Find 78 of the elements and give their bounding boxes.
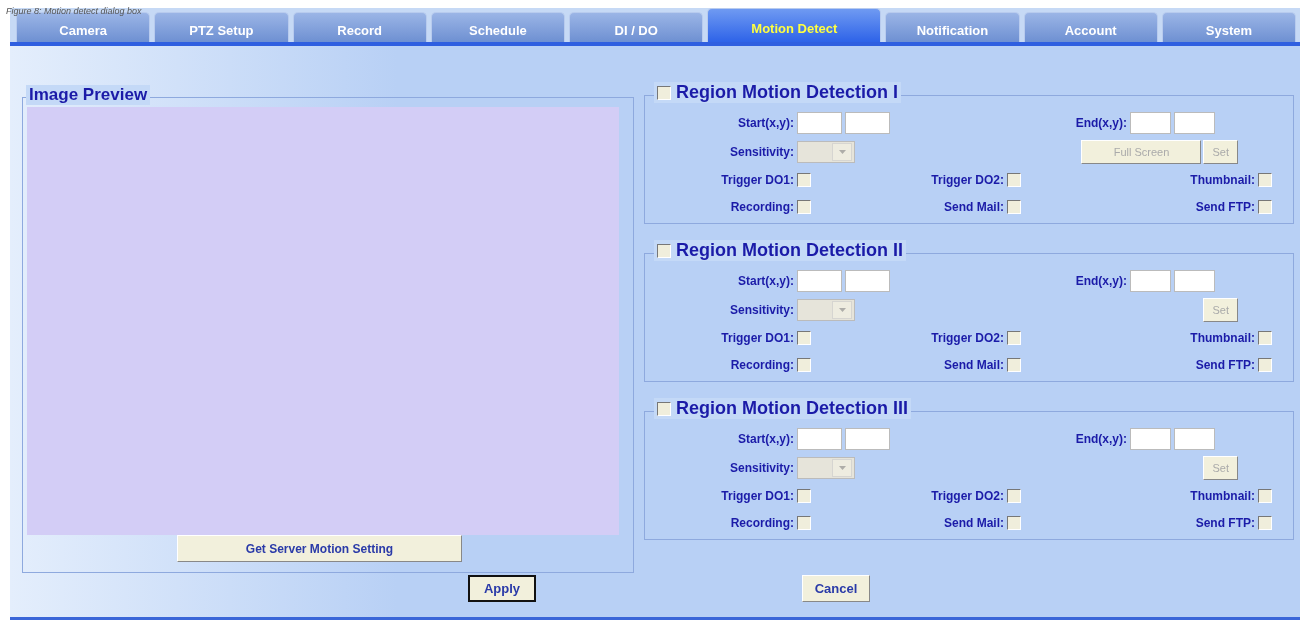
group-title: Image Preview xyxy=(26,85,151,105)
option-label: Thumbnail: xyxy=(1189,331,1256,345)
checkbox[interactable] xyxy=(1258,173,1272,187)
tab[interactable]: DI / DO xyxy=(569,12,704,42)
checkbox[interactable] xyxy=(797,173,811,187)
checkbox[interactable] xyxy=(1258,331,1272,345)
group-title: Region Motion Detection II xyxy=(676,240,903,261)
checkbox[interactable] xyxy=(1258,358,1272,372)
option-label: Send FTP: xyxy=(1194,358,1256,372)
checkbox[interactable] xyxy=(797,489,811,503)
option-label: Thumbnail: xyxy=(1189,173,1256,187)
get-setting-button[interactable]: Get Server Motion Setting xyxy=(177,535,462,562)
tab[interactable]: Record xyxy=(292,12,427,42)
option-label: Trigger DO1: xyxy=(720,331,795,345)
input-field[interactable] xyxy=(845,112,890,134)
cancel-button[interactable]: Cancel xyxy=(802,575,870,602)
option-label: Send Mail: xyxy=(943,358,1005,372)
option-label: Thumbnail: xyxy=(1189,489,1256,503)
input-field[interactable] xyxy=(1174,428,1215,450)
checkbox[interactable] xyxy=(1007,173,1021,187)
checkbox[interactable] xyxy=(1007,331,1021,345)
group-title: Region Motion Detection I xyxy=(676,82,898,103)
checkbox[interactable] xyxy=(797,200,811,214)
field-label: End(x,y): xyxy=(1074,274,1128,288)
tab[interactable]: Notification xyxy=(885,12,1020,42)
checkbox[interactable] xyxy=(1258,489,1272,503)
dropdown-arrow-icon xyxy=(838,466,846,470)
checkbox[interactable] xyxy=(1007,489,1021,503)
option-label: Trigger DO2: xyxy=(930,173,1005,187)
input-field[interactable] xyxy=(797,270,842,292)
option-label: Recording: xyxy=(729,200,795,214)
option-label: Trigger DO1: xyxy=(720,173,795,187)
checkbox[interactable] xyxy=(1258,516,1272,530)
checkbox[interactable] xyxy=(657,243,671,258)
group-title: Region Motion Detection III xyxy=(676,398,908,419)
field-label: Sensitivity: xyxy=(728,461,795,475)
field-label: Sensitivity: xyxy=(728,145,795,159)
tab[interactable]: Account xyxy=(1023,12,1158,42)
input-field[interactable] xyxy=(1174,270,1215,292)
checkbox[interactable] xyxy=(1007,516,1021,530)
field-label: Start(x,y): xyxy=(737,432,795,446)
input-field[interactable] xyxy=(797,112,842,134)
tab[interactable]: System xyxy=(1161,12,1297,42)
option-label: Trigger DO2: xyxy=(930,489,1005,503)
checkbox[interactable] xyxy=(1007,200,1021,214)
option-label: Recording: xyxy=(729,358,795,372)
option-label: Recording: xyxy=(729,516,795,530)
dropdown-arrow-icon xyxy=(838,150,846,154)
option-label: Send Mail: xyxy=(943,516,1005,530)
option-label: Trigger DO1: xyxy=(720,489,795,503)
input-field[interactable] xyxy=(1174,112,1215,134)
checkbox[interactable] xyxy=(1007,358,1021,372)
field-label: End(x,y): xyxy=(1074,432,1128,446)
input-field[interactable] xyxy=(1130,112,1171,134)
field-label: Start(x,y): xyxy=(737,274,795,288)
checkbox[interactable] xyxy=(1258,200,1272,214)
option-label: Send FTP: xyxy=(1194,200,1256,214)
checkbox[interactable] xyxy=(657,401,671,416)
checkbox[interactable] xyxy=(797,358,811,372)
option-label: Send FTP: xyxy=(1194,516,1256,530)
checkbox[interactable] xyxy=(797,331,811,345)
dropdown-arrow-icon xyxy=(838,308,846,312)
option-label: Send Mail: xyxy=(943,200,1005,214)
apply-button[interactable]: Apply xyxy=(468,575,536,602)
input-field[interactable] xyxy=(1130,270,1171,292)
checkbox[interactable] xyxy=(657,85,671,100)
input-field[interactable] xyxy=(1130,428,1171,450)
field-label: End(x,y): xyxy=(1074,116,1128,130)
field-label: Sensitivity: xyxy=(728,303,795,317)
option-label: Trigger DO2: xyxy=(930,331,1005,345)
tab[interactable]: Motion Detect xyxy=(707,8,882,42)
input-field[interactable] xyxy=(845,428,890,450)
field-label: Start(x,y): xyxy=(737,116,795,130)
tab[interactable]: PTZ Setup xyxy=(154,12,289,42)
input-field[interactable] xyxy=(797,428,842,450)
tab[interactable]: Schedule xyxy=(430,12,566,42)
checkbox[interactable] xyxy=(797,516,811,530)
input-field[interactable] xyxy=(845,270,890,292)
